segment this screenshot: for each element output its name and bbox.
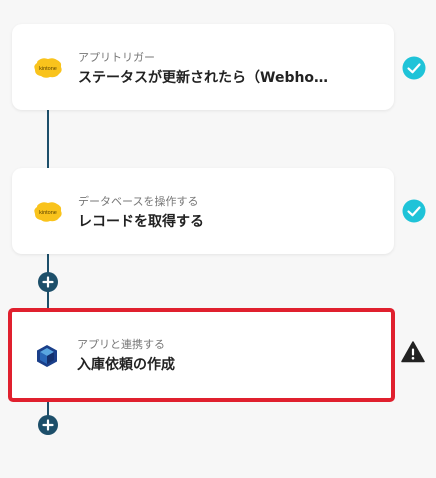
step-title: ステータスが更新されたら（Webho… xyxy=(78,70,329,86)
flow-step-get-record[interactable]: kintone データベースを操作する レコードを取得する xyxy=(12,168,394,254)
cube-app-icon xyxy=(35,344,59,368)
svg-text:kintone: kintone xyxy=(39,210,57,216)
svg-text:kintone: kintone xyxy=(39,66,57,72)
connector-line-3 xyxy=(47,400,49,416)
kintone-icon: kintone xyxy=(33,57,63,79)
step-kicker: アプリと連携する xyxy=(77,338,165,351)
step-title: 入庫依頼の作成 xyxy=(77,357,175,373)
plus-icon xyxy=(42,276,54,288)
complete-check-icon xyxy=(402,199,426,223)
complete-check-icon xyxy=(402,56,426,80)
connector-line-1 xyxy=(47,110,49,174)
step-kicker: データベースを操作する xyxy=(78,195,199,208)
step-kicker: アプリトリガー xyxy=(78,51,155,64)
flow-step-create-request[interactable]: アプリと連携する 入庫依頼の作成 xyxy=(8,308,395,402)
plus-icon xyxy=(42,419,54,431)
flow-step-trigger[interactable]: kintone アプリトリガー ステータスが更新されたら（Webho… xyxy=(12,24,394,110)
add-step-button[interactable] xyxy=(38,272,58,292)
kintone-icon: kintone xyxy=(33,201,63,223)
step-title: レコードを取得する xyxy=(78,214,204,230)
add-step-button[interactable] xyxy=(38,415,58,435)
warning-icon xyxy=(401,340,425,364)
